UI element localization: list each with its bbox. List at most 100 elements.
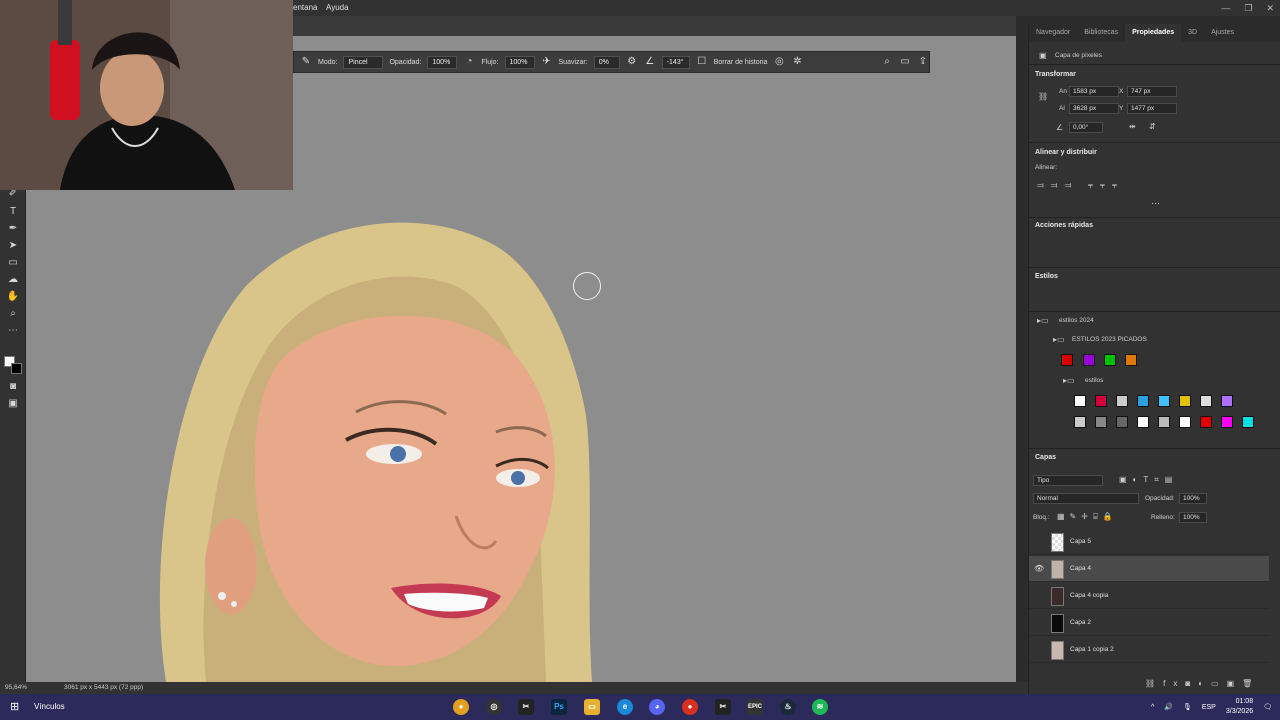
more-tools-icon[interactable]: ⋯ (6, 324, 20, 338)
minimize-button[interactable]: — (1221, 3, 1230, 13)
layer-opacity-input[interactable]: 100% (1179, 493, 1207, 504)
angle-input[interactable]: -143° (661, 55, 690, 69)
smooth-input[interactable]: 0% (593, 55, 620, 69)
menu-ventana[interactable]: entana (293, 3, 317, 12)
style-swatch[interactable] (1137, 395, 1149, 407)
layer-row[interactable]: Capa 2 (1029, 610, 1269, 636)
width-input[interactable]: 1583 px (1069, 86, 1119, 97)
volume-icon[interactable]: 🔊 (1164, 703, 1173, 711)
airbrush-icon[interactable]: ✈ (541, 56, 553, 68)
y-input[interactable]: 1477 px (1127, 103, 1177, 114)
windows-start-icon[interactable]: ⊞ (10, 700, 19, 713)
layer-actions-icons[interactable]: ⛓fx◙◐▭▣🗑 (1145, 679, 1260, 688)
style-swatch[interactable] (1158, 416, 1170, 428)
layer-filter-icons[interactable]: ▣◐T⌗▤ (1119, 475, 1178, 485)
fill-input[interactable]: 100% (1179, 512, 1207, 523)
rectangle-tool-icon[interactable]: ▭ (6, 256, 20, 270)
flip-horizontal-icon[interactable]: ⇹ (1129, 122, 1136, 131)
quick-mask-icon[interactable]: ◙ (6, 380, 20, 394)
pen-tool-icon[interactable]: ✒ (6, 222, 20, 236)
align-buttons-icon[interactable]: ⫤⫤⫤ ⫧⫧⫧ (1037, 180, 1124, 191)
search-icon[interactable]: ⌕ (881, 56, 893, 68)
style-swatch[interactable] (1137, 416, 1149, 428)
tray-chevron-icon[interactable]: ^ (1151, 704, 1154, 711)
edge-icon[interactable]: e (617, 699, 633, 715)
zoom-tool-icon[interactable]: ⌕ (6, 307, 20, 321)
flip-vertical-icon[interactable]: ⇵ (1149, 122, 1156, 131)
capcut-icon[interactable]: ✂ (518, 699, 534, 715)
chrome-icon[interactable]: ● (682, 699, 698, 715)
custom-shape-tool-icon[interactable]: ☁ (6, 273, 20, 287)
workspace-icon[interactable]: ▭ (899, 56, 911, 68)
style-swatch[interactable] (1083, 354, 1095, 366)
x-input[interactable]: 747 px (1127, 86, 1177, 97)
menu-ayuda[interactable]: Ayuda (326, 3, 349, 12)
link-icon[interactable]: ⛓ (1038, 92, 1048, 101)
layer-row[interactable]: Capa 4 copia (1029, 583, 1269, 609)
capcut-icon[interactable]: ✂ (715, 699, 731, 715)
style-swatch[interactable] (1179, 395, 1191, 407)
styles-group-estilos[interactable]: estilos (1085, 377, 1103, 384)
style-swatch[interactable] (1074, 395, 1086, 407)
obs-icon[interactable]: ◎ (486, 699, 502, 715)
style-swatch[interactable] (1104, 354, 1116, 366)
tab-navegador[interactable]: Navegador (1029, 24, 1077, 42)
chrome-icon[interactable]: ● (453, 699, 469, 715)
layer-row[interactable]: Capa 5 (1029, 529, 1269, 555)
style-swatch[interactable] (1095, 395, 1107, 407)
text-tool-icon[interactable]: T (6, 205, 20, 219)
visibility-eye-icon[interactable]: 👁 (1034, 564, 1044, 573)
pressure-opacity-icon[interactable]: ◔ (463, 56, 475, 68)
steam-icon[interactable]: ♨ (780, 699, 796, 715)
flow-input[interactable]: 100% (504, 55, 535, 69)
style-swatch[interactable] (1242, 416, 1254, 428)
pressure-size-icon[interactable]: ◎ (773, 56, 785, 68)
tab-propiedades[interactable]: Propiedades (1125, 24, 1182, 42)
epic-games-icon[interactable]: EPIC (747, 699, 763, 715)
style-swatch[interactable] (1125, 354, 1137, 366)
lock-icons[interactable]: ▦✎✛⌸🔒 (1057, 512, 1118, 522)
settings-gear-icon[interactable]: ⚙ (626, 56, 638, 68)
tab-ajustes[interactable]: Ajustes (1204, 24, 1241, 42)
path-selection-tool-icon[interactable]: ➤ (6, 239, 20, 253)
hand-tool-icon[interactable]: ✋ (6, 290, 20, 304)
style-swatch[interactable] (1095, 416, 1107, 428)
screen-mode-icon[interactable]: ▣ (6, 397, 20, 411)
style-swatch[interactable] (1221, 416, 1233, 428)
zoom-level[interactable]: 95,64% (5, 684, 27, 691)
share-icon[interactable]: ⇪ (917, 56, 929, 68)
style-swatch[interactable] (1200, 395, 1212, 407)
style-swatch[interactable] (1061, 354, 1073, 366)
close-button[interactable]: ✕ (1266, 3, 1274, 14)
tab-3d[interactable]: 3D (1181, 24, 1204, 42)
tab-bibliotecas[interactable]: Bibliotecas (1077, 24, 1125, 42)
history-checkbox[interactable]: ☐ (696, 56, 708, 68)
style-swatch[interactable] (1200, 416, 1212, 428)
symmetry-icon[interactable]: ✲ (791, 56, 803, 68)
mode-select[interactable]: Pincel (343, 55, 384, 69)
styles-group-2024[interactable]: estilos 2024 (1059, 317, 1094, 324)
file-explorer-icon[interactable]: ▭ (584, 699, 600, 715)
style-swatch[interactable] (1179, 416, 1191, 428)
layer-filter-select[interactable]: Tipo (1033, 475, 1103, 486)
photoshop-icon[interactable]: Ps (551, 699, 567, 715)
spotify-icon[interactable]: ≋ (812, 699, 828, 715)
language-indicator[interactable]: ESP (1202, 704, 1216, 711)
layer-row[interactable]: Capa 1 copia 2 (1029, 637, 1269, 663)
brush-preset-icon[interactable]: ✎ (300, 56, 312, 68)
style-swatch[interactable] (1116, 395, 1128, 407)
style-swatch[interactable] (1158, 395, 1170, 407)
layer-row[interactable]: 👁 Capa 4 (1029, 556, 1269, 582)
style-swatch[interactable] (1074, 416, 1086, 428)
microphone-icon[interactable]: 🎙 (1183, 703, 1192, 711)
styles-group-2023[interactable]: ESTILOS 2023 PICADOS (1072, 336, 1147, 343)
background-color-swatch[interactable] (11, 363, 22, 374)
more-options-icon[interactable]: ⋯ (1151, 198, 1160, 209)
clock[interactable]: 01:08 3/3/2026 (1226, 697, 1253, 717)
angle-rotation-input[interactable]: 0,00° (1069, 122, 1103, 133)
blend-mode-select[interactable]: Normal (1033, 493, 1139, 504)
maximize-button[interactable]: ❐ (1244, 3, 1252, 14)
discord-icon[interactable]: ◕ (649, 699, 665, 715)
notifications-icon[interactable]: 🗨 (1263, 703, 1272, 711)
style-swatch[interactable] (1221, 395, 1233, 407)
